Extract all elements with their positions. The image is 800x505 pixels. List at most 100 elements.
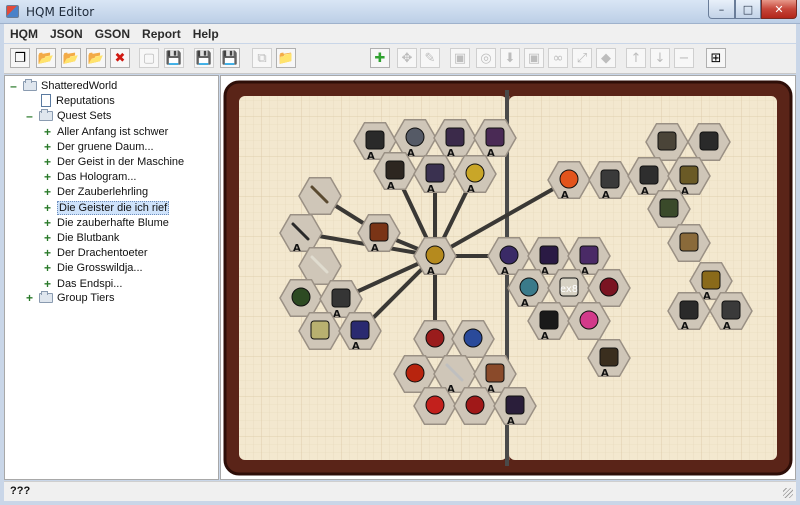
tree-item-label: Reputations — [56, 94, 115, 107]
expand-toggle[interactable]: + — [43, 185, 52, 199]
toolbar-link-button[interactable]: ∞ — [548, 48, 568, 68]
quest-item-icon — [539, 310, 559, 330]
expand-toggle[interactable]: + — [25, 291, 34, 305]
toolbar-diamond-button[interactable]: ◆ — [596, 48, 616, 68]
save-as-icon: 💾 — [165, 50, 183, 66]
edit-icon: ✎ — [424, 50, 436, 66]
expand-toggle[interactable]: + — [43, 140, 52, 154]
quest-set-item[interactable]: + Der Zauberlehrling — [43, 185, 148, 200]
quest-label: A — [602, 190, 610, 201]
quest-set-item[interactable]: + Aller Anfang ist schwer — [43, 124, 168, 139]
quest-item-icon — [679, 300, 699, 320]
quest-item-icon — [310, 320, 330, 340]
quest-item-icon — [539, 245, 559, 265]
quest-item-icon — [599, 347, 619, 367]
link-icon: ∞ — [552, 50, 564, 66]
expand-toggle[interactable]: + — [43, 277, 52, 291]
tree-item-quest-sets[interactable]: – Quest Sets — [25, 108, 111, 123]
collapse-toggle[interactable]: – — [9, 79, 18, 93]
quest-label: A — [487, 148, 495, 159]
toolbar-unlink-button[interactable]: ⤢ — [572, 48, 592, 68]
expand-toggle[interactable]: + — [43, 201, 52, 215]
quest-set-label: Die zauberhafte Blume — [57, 216, 169, 229]
quest-item-icon — [425, 395, 445, 415]
toolbar-move-button[interactable]: ✥ — [397, 48, 417, 68]
expand-toggle[interactable]: + — [43, 261, 52, 275]
tree-item-reputations[interactable]: Reputations — [41, 93, 115, 108]
quest-set-item[interactable]: + Die zauberhafte Blume — [43, 215, 169, 230]
quest-set-item[interactable]: + Das Endspi... — [43, 276, 122, 291]
resize-grip[interactable] — [783, 488, 793, 498]
menu-gson[interactable]: GSON — [89, 27, 136, 41]
expand-toggle[interactable]: + — [43, 155, 52, 169]
quest-item-icon — [559, 169, 579, 189]
quest-item-icon — [463, 328, 483, 348]
expand-toggle[interactable]: + — [43, 216, 52, 230]
toolbar-move-up-button[interactable]: ↑ — [626, 48, 646, 68]
menu-report[interactable]: Report — [136, 27, 187, 41]
quest-item-icon — [425, 328, 445, 348]
expand-toggle[interactable]: + — [43, 125, 52, 139]
quest-set-item[interactable]: + Die Blutbank — [43, 230, 119, 245]
expand-toggle[interactable]: + — [43, 170, 52, 184]
toolbar-db-button[interactable]: ▣ — [450, 48, 470, 68]
quest-set-item[interactable]: + Der Drachentoeter — [43, 246, 148, 261]
toolbar-edit-button[interactable]: ✎ — [420, 48, 440, 68]
folder-icon — [23, 78, 37, 91]
toolbar-copy-button[interactable]: ⧉ — [252, 48, 272, 68]
quest-label: A — [387, 181, 395, 192]
collapse-toggle[interactable]: – — [25, 109, 34, 123]
close-button[interactable]: ✕ — [761, 0, 797, 19]
folder-icon — [39, 108, 53, 121]
diamond-icon: ◆ — [601, 50, 611, 66]
toolbar-remove-button[interactable]: − — [674, 48, 694, 68]
quest-book[interactable]: AA A A AA A AAAAAA AAA AA A AAex8AAA AAA A — [221, 76, 797, 481]
quest-set-item[interactable]: + Der Geist in der Maschine — [43, 154, 184, 169]
maximize-button[interactable]: □ — [735, 0, 761, 19]
toolbar-add-quest-button[interactable]: ✚ — [370, 48, 390, 68]
menu-help[interactable]: Help — [187, 27, 225, 41]
quest-label: A — [427, 266, 435, 277]
toolbar-blank-button[interactable]: ▢ — [139, 48, 159, 68]
tree-item-group-tiers[interactable]: + Group Tiers — [25, 290, 114, 305]
toolbar-folder-lock-button[interactable]: 📁 — [276, 48, 296, 68]
quest-set-label: Das Endspi... — [57, 277, 123, 290]
quest-book-canvas[interactable]: A A A A A A A A A A A A A A A A A A A A Aex8 A A A A A A A — [220, 75, 796, 480]
quest-item-icon — [365, 130, 385, 150]
quest-item-icon — [385, 160, 405, 180]
status-bar: ??? — [4, 481, 796, 501]
minimize-button[interactable]: – — [708, 0, 735, 19]
toolbar-open-folder-alt-button[interactable]: 📂 — [86, 48, 106, 68]
toolbar-delete-button[interactable]: ✖ — [110, 48, 130, 68]
expand-toggle[interactable]: + — [43, 231, 52, 245]
toolbar-target-button[interactable]: ◎ — [476, 48, 496, 68]
quest-item-icon — [405, 363, 425, 383]
toolbar-grid-button[interactable]: ⊞ — [706, 48, 726, 68]
toolbar-save-as-button[interactable]: 💾 — [164, 48, 184, 68]
toolbar-save-button[interactable]: 💾 — [194, 48, 214, 68]
tree-root-label: ShatteredWorld — [41, 79, 118, 92]
toolbar-new-file-button[interactable]: ❐ — [10, 48, 30, 68]
toolbar-move-down-button[interactable]: ↓ — [650, 48, 670, 68]
quest-set-item[interactable]: + Die Grosswildja... — [43, 261, 143, 276]
tree-root-row[interactable]: – ShatteredWorld — [9, 78, 117, 93]
quest-label: A — [723, 321, 731, 332]
quest-set-item[interactable]: + Das Hologram... — [43, 170, 137, 185]
quest-set-item[interactable]: + Der gruene Daum... — [43, 139, 154, 154]
quest-item-icon — [699, 131, 719, 151]
quest-item-icon — [485, 127, 505, 147]
menu-hqm[interactable]: HQM — [4, 27, 44, 41]
toolbar-box-button[interactable]: ▣ — [524, 48, 544, 68]
toolbar-open-010-button[interactable]: 📂 — [36, 48, 56, 68]
quest-set-label: Der Zauberlehrling — [57, 186, 149, 199]
quest-label: A — [601, 368, 609, 379]
target-icon: ◎ — [480, 50, 492, 66]
quest-item-icon — [499, 245, 519, 265]
toolbar-save-all-button[interactable]: 💾 — [220, 48, 240, 68]
quest-item-icon — [505, 395, 525, 415]
quest-set-item[interactable]: + Die Geister die ich rief — [43, 200, 170, 215]
toolbar-down-button[interactable]: ⬇ — [500, 48, 520, 68]
toolbar-open-folder-button[interactable]: 📂 — [61, 48, 81, 68]
expand-toggle[interactable]: + — [43, 246, 52, 260]
menu-json[interactable]: JSON — [44, 27, 89, 41]
